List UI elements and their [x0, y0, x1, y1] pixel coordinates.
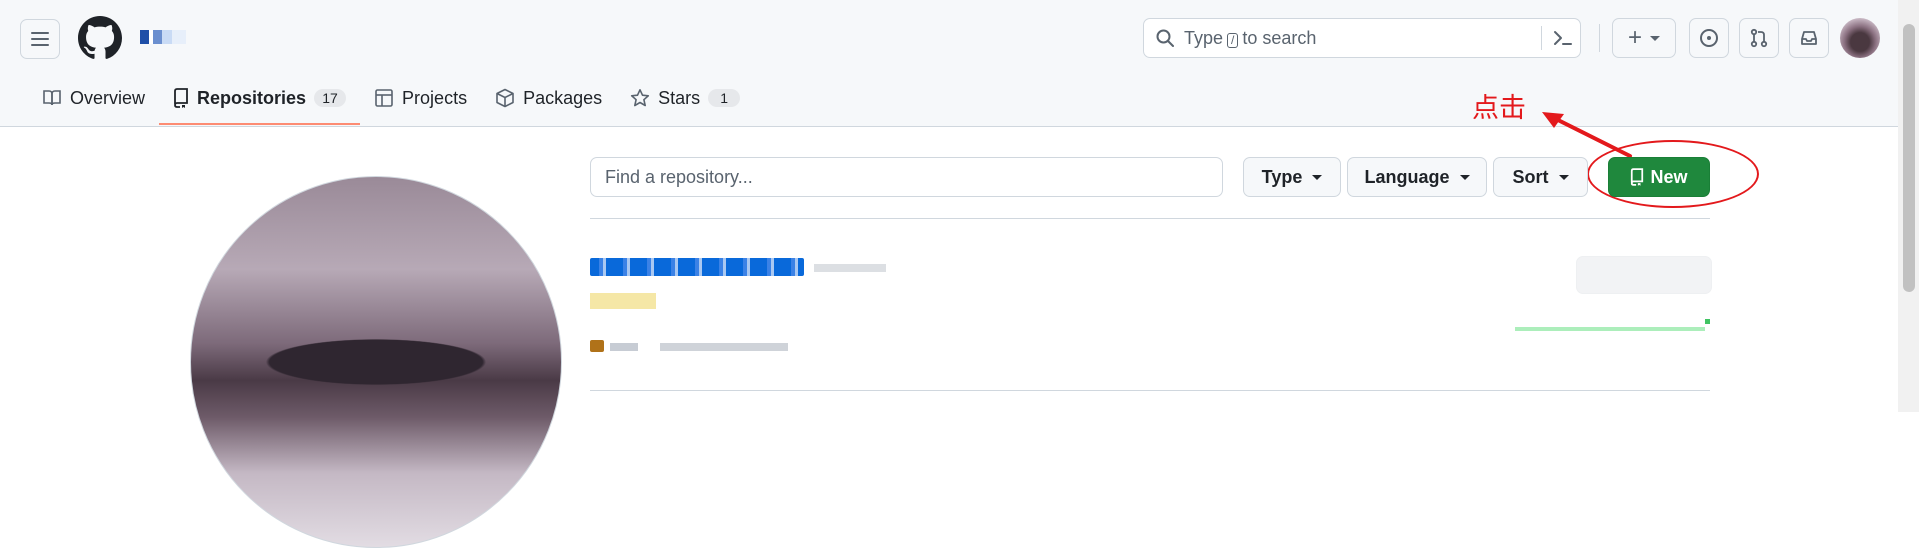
new-button-label: New: [1650, 166, 1688, 187]
search-divider: [1541, 26, 1542, 50]
username-pixelated[interactable]: [140, 30, 186, 44]
repository-name-link-pixelated[interactable]: [590, 258, 804, 276]
package-icon: [496, 88, 514, 108]
search-prefix: Type: [1184, 27, 1224, 48]
command-palette-icon[interactable]: [1551, 26, 1575, 50]
chevron-down-icon: [1459, 174, 1470, 180]
sort-dropdown[interactable]: Sort: [1493, 157, 1588, 197]
star-button-pixelated[interactable]: [1576, 256, 1712, 294]
git-pull-request-icon: [1750, 28, 1768, 48]
list-divider: [590, 218, 1710, 219]
user-avatar-menu[interactable]: [1840, 18, 1880, 58]
type-filter-dropdown[interactable]: Type: [1243, 157, 1341, 197]
annotation-click-text: 点击: [1472, 93, 1526, 124]
tab-projects-label: Projects: [402, 87, 468, 108]
create-new-button[interactable]: +: [1612, 18, 1676, 58]
global-search-box[interactable]: Type / to search: [1143, 18, 1581, 58]
page-scrollbar-thumb[interactable]: [1903, 24, 1915, 292]
visibility-badge-pixelated: [814, 264, 886, 272]
activity-sparkline: [1515, 327, 1705, 331]
language-filter-label: Language: [1364, 166, 1450, 187]
repository-description-pixelated: [590, 293, 656, 309]
list-divider: [590, 390, 1710, 391]
language-color-dot: [590, 340, 604, 352]
updated-time-pixelated: [660, 343, 788, 351]
type-filter-label: Type: [1261, 166, 1303, 187]
profile-tab-nav: Overview Repositories 17 Projects Packag…: [28, 80, 754, 126]
sort-label: Sort: [1512, 166, 1549, 187]
profile-avatar[interactable]: [190, 176, 562, 548]
chevron-down-icon: [1558, 174, 1569, 180]
inbox-icon: [1801, 31, 1817, 45]
new-repository-button[interactable]: New: [1608, 157, 1710, 197]
search-suffix: to search: [1242, 27, 1317, 48]
tab-stars-label: Stars: [658, 87, 701, 108]
chevron-down-icon: [1312, 174, 1323, 180]
search-placeholder: Type / to search: [1184, 28, 1316, 49]
github-logo-icon[interactable]: [78, 16, 122, 60]
repo-icon: [174, 88, 188, 108]
tab-projects[interactable]: Projects: [360, 80, 481, 116]
chevron-down-icon: [1650, 35, 1660, 41]
tab-overview-label: Overview: [70, 87, 146, 108]
language-filter-dropdown[interactable]: Language: [1347, 157, 1487, 197]
pull-requests-button[interactable]: [1739, 18, 1779, 58]
tab-packages[interactable]: Packages: [481, 80, 616, 116]
hamburger-icon: [31, 32, 49, 46]
language-name-pixelated: [610, 343, 638, 351]
star-icon: [631, 89, 650, 107]
inbox-button[interactable]: [1789, 18, 1829, 58]
search-shortcut-key: /: [1227, 32, 1239, 48]
stars-count-badge: 1: [708, 89, 741, 107]
hamburger-menu-button[interactable]: [20, 19, 60, 59]
book-icon: [43, 90, 61, 106]
table-icon: [375, 89, 393, 107]
find-repository-input[interactable]: [590, 157, 1223, 197]
tab-repositories-label: Repositories: [197, 87, 307, 108]
tab-repositories[interactable]: Repositories 17: [159, 80, 361, 125]
issue-opened-icon: [1700, 29, 1718, 47]
search-icon: [1156, 29, 1174, 47]
plus-icon: +: [1627, 24, 1642, 51]
tab-overview[interactable]: Overview: [28, 80, 159, 116]
issues-button[interactable]: [1689, 18, 1729, 58]
header-divider: [1599, 24, 1600, 52]
tab-packages-label: Packages: [523, 87, 603, 108]
activity-sparkline-dot: [1705, 319, 1710, 324]
repo-icon: [1631, 168, 1644, 186]
repositories-count-badge: 17: [314, 89, 347, 107]
tab-stars[interactable]: Stars 1: [616, 80, 754, 116]
